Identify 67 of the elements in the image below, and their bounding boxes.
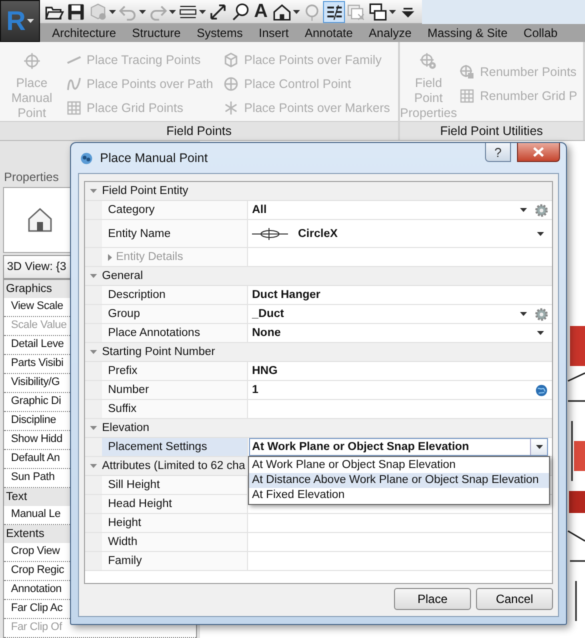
help-button[interactable]: ?	[485, 143, 511, 162]
ribbon-tab[interactable]: Analyze	[360, 24, 420, 42]
property-label: Parts Visibi	[11, 357, 64, 369]
value-dropdown[interactable]: CircleX	[252, 220, 548, 247]
category-row[interactable]: Starting Point Number	[85, 343, 552, 362]
ribbon-tab[interactable]: Insert	[250, 24, 297, 42]
property-label: Show Hidd	[11, 433, 62, 445]
property-label: Far Clip Of	[11, 621, 62, 633]
category-header: Field Point Entity	[102, 185, 188, 197]
value-dropdown[interactable]: _Duct	[252, 305, 531, 323]
property-label: Annotation	[11, 583, 62, 595]
property-label: Prefix	[102, 362, 248, 380]
property-label: Sill Height	[102, 476, 248, 494]
property-label: Group	[102, 305, 248, 323]
property-label: Default An	[11, 452, 60, 464]
ribbon-tab[interactable]: Collab	[516, 24, 566, 42]
property-label: Entity Name	[102, 220, 248, 247]
property-label: Number	[102, 381, 248, 399]
panel-title: Field Points	[0, 121, 398, 140]
category-header: Elevation	[102, 422, 150, 434]
property-label: Visibility/G	[11, 376, 60, 388]
property-label: Description	[102, 286, 248, 304]
property-label: Head Height	[102, 495, 248, 513]
value-dropdown[interactable]: None	[252, 324, 548, 342]
property-label: View Scale	[11, 300, 64, 312]
dropdown-option[interactable]: At Work Plane or Object Snap Elevation	[249, 458, 549, 473]
ribbon-tab[interactable]: Systems	[188, 24, 251, 42]
property-label: Height	[102, 514, 248, 532]
dropdown-option[interactable]: At Distance Above Work Plane or Object Snap Elevation	[249, 473, 549, 488]
property-label: Detail Leve	[11, 338, 64, 350]
panel-title: Field Point Utilities	[400, 121, 583, 140]
property-label: Family	[102, 552, 248, 570]
property-label: Placement Settings	[102, 438, 248, 456]
category-header: General	[102, 270, 143, 282]
property-value: 1	[252, 384, 258, 396]
property-label: Discipline	[11, 414, 56, 426]
dropdown-option[interactable]: At Fixed Elevation	[249, 488, 549, 503]
window-title: Place Manual Point	[100, 151, 209, 165]
dialog-button[interactable]: Place	[394, 588, 471, 610]
property-label: Crop Regic	[11, 564, 64, 576]
category-row[interactable]: Field Point Entity	[85, 182, 552, 201]
property-label: Sun Path	[11, 471, 55, 483]
category-header: Attributes (Limited to 62 cha	[102, 460, 246, 472]
category-row[interactable]: Elevation	[85, 419, 552, 438]
text-tool-button[interactable]: A	[252, 2, 270, 22]
ribbon-tab[interactable]: Structure	[124, 24, 189, 42]
property-label: Crop View	[11, 545, 60, 557]
property-label: Place Annotations	[102, 324, 248, 342]
property-label: Category	[102, 201, 248, 219]
ribbon-tab[interactable]: Massing & Site	[420, 24, 516, 42]
ribbon-tab[interactable]: Annotate	[296, 24, 361, 42]
value-dropdown[interactable]: At Work Plane or Object Snap Elevation	[249, 438, 548, 456]
dialog-button[interactable]: Cancel	[476, 588, 553, 610]
property-label: Scale Value	[11, 319, 67, 331]
category-row[interactable]: General	[85, 267, 552, 286]
property-label: Manual Le	[11, 508, 61, 520]
property-value: Duct Hanger	[252, 289, 320, 301]
property-label: Entity Details	[116, 251, 184, 263]
property-label: Width	[102, 533, 248, 551]
property-label: Far Clip Ac	[11, 602, 63, 614]
property-label: Graphic Di	[11, 395, 61, 407]
category-header: Starting Point Number	[102, 346, 216, 358]
ribbon-tab[interactable]: Architecture	[44, 24, 124, 42]
property-value: HNG	[252, 365, 278, 377]
palette-title: Properties	[3, 169, 60, 186]
property-label: Suffix	[102, 400, 248, 418]
value-dropdown[interactable]: All	[252, 201, 531, 219]
